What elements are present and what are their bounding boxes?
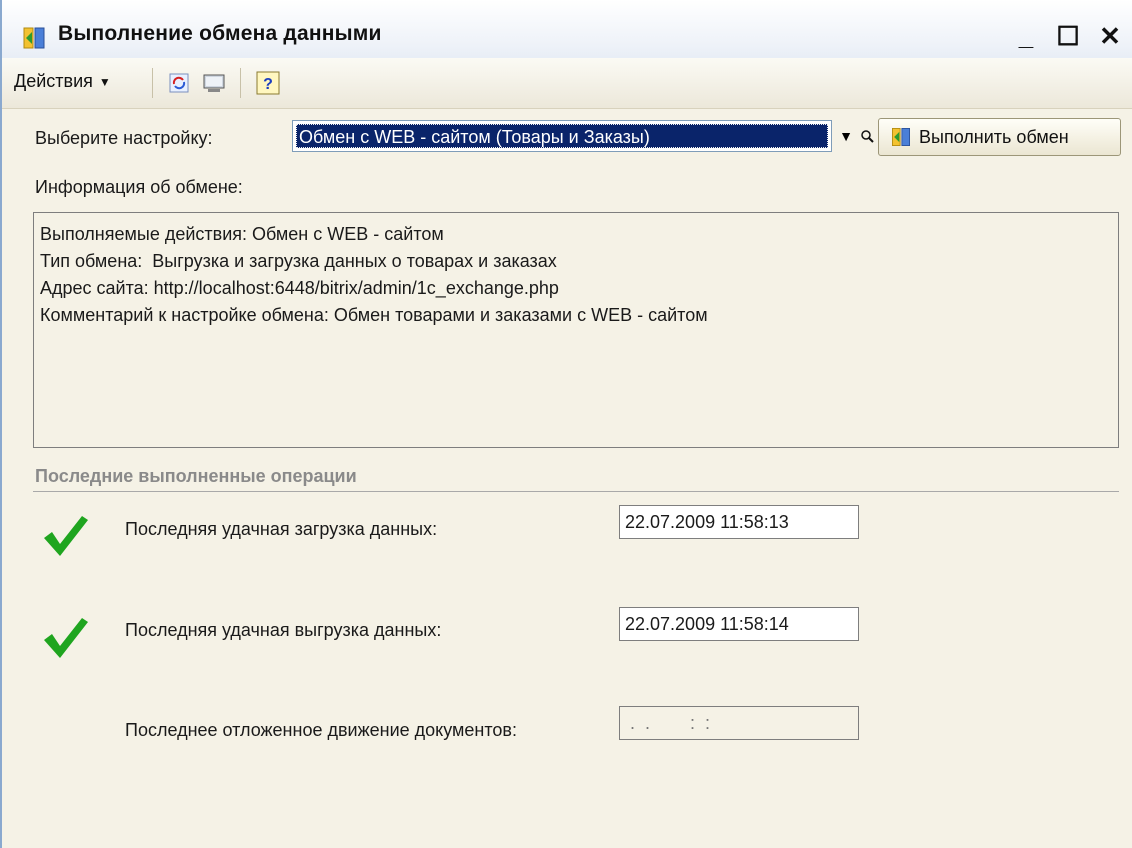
minimize-button[interactable]: _ [1010, 20, 1042, 52]
toolbar: Действия ▼ ? [2, 58, 1132, 109]
dropdown-arrow-icon[interactable]: ▼ [836, 121, 856, 151]
last-deferred-field[interactable]: . . : : [619, 706, 859, 740]
setting-select[interactable]: Обмен с WEB - сайтом (Товары и Заказы) [292, 120, 832, 152]
execute-exchange-label: Выполнить обмен [919, 126, 1069, 147]
chevron-down-icon: ▼ [98, 74, 111, 89]
help-icon[interactable]: ? [254, 70, 282, 96]
last-import-field[interactable]: 22.07.2009 11:58:13 [619, 505, 859, 539]
actions-menu-label: Действия [14, 71, 93, 91]
divider [33, 491, 1119, 492]
setting-label: Выберите настройку: [35, 128, 213, 148]
check-icon [44, 516, 88, 556]
check-icon [44, 618, 88, 658]
toolbar-separator [152, 68, 153, 98]
info-line: Тип обмена: Выгрузка и загрузка данных о… [40, 251, 557, 271]
last-export-label: Последняя удачная выгрузка данных: [125, 620, 442, 640]
toolbar-separator [240, 68, 241, 98]
setting-select-value: Обмен с WEB - сайтом (Товары и Заказы) [296, 124, 828, 148]
info-label: Информация об обмене: [35, 177, 243, 197]
last-export-field[interactable]: 22.07.2009 11:58:14 [619, 607, 859, 641]
exchange-window: Выполнение обмена данными _ ☐ ✕ Действия… [0, 0, 1132, 848]
info-textbox[interactable]: Выполняемые действия: Обмен с WEB - сайт… [33, 212, 1119, 448]
info-line: Комментарий к настройке обмена: Обмен то… [40, 305, 708, 325]
search-icon[interactable] [857, 121, 877, 151]
section-title: Последние выполненные операции [35, 466, 357, 486]
window-title: Выполнение обмена данными [58, 22, 382, 45]
actions-menu[interactable]: Действия ▼ [14, 71, 111, 92]
exchange-icon [23, 27, 45, 49]
last-import-label: Последняя удачная загрузка данных: [125, 519, 438, 539]
close-button[interactable]: ✕ [1094, 20, 1126, 52]
refresh-icon[interactable] [165, 70, 193, 96]
exchange-icon [892, 128, 910, 146]
help-glyph: ? [263, 76, 273, 93]
execute-exchange-button[interactable]: Выполнить обмен [878, 118, 1121, 156]
maximize-button[interactable]: ☐ [1052, 20, 1084, 52]
info-line: Адрес сайта: http://localhost:6448/bitri… [40, 278, 559, 298]
monitor-icon[interactable] [200, 70, 228, 96]
last-deferred-label: Последнее отложенное движение документов… [125, 720, 517, 740]
info-line: Выполняемые действия: Обмен с WEB - сайт… [40, 224, 444, 244]
